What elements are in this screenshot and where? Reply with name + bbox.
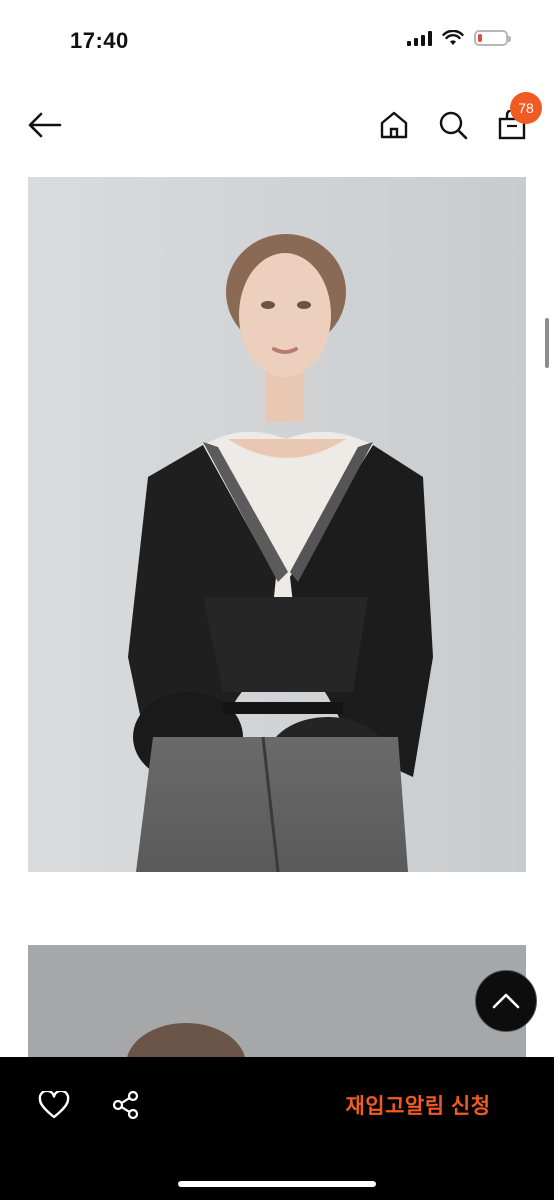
- status-bar: 17:40: [0, 0, 554, 84]
- bottom-action-bar: 재입고알림 신청: [0, 1057, 554, 1200]
- arrow-left-icon: [28, 112, 62, 138]
- model-photo: [28, 177, 526, 872]
- heart-icon: [38, 1091, 70, 1119]
- signal-icon: [407, 30, 432, 46]
- wifi-icon: [442, 30, 464, 45]
- battery-icon: [474, 30, 511, 46]
- status-icons: [407, 30, 511, 46]
- wishlist-button[interactable]: [36, 1087, 72, 1123]
- share-button[interactable]: [108, 1087, 144, 1123]
- home-button[interactable]: [374, 105, 414, 145]
- product-image-2: [28, 945, 526, 1065]
- model-photo: [28, 945, 526, 1065]
- home-indicator: [178, 1181, 376, 1187]
- scroll-to-top-button[interactable]: [475, 970, 537, 1032]
- cart-count-badge: 78: [510, 92, 542, 124]
- nav-bar: [0, 95, 554, 155]
- home-icon: [380, 111, 408, 139]
- scroll-indicator[interactable]: [545, 318, 549, 368]
- search-icon: [439, 111, 468, 140]
- search-button[interactable]: [433, 105, 473, 145]
- chevron-up-icon: [492, 993, 520, 1009]
- product-image-1: [28, 177, 526, 872]
- back-button[interactable]: [25, 105, 65, 145]
- restock-alert-button[interactable]: 재입고알림 신청: [320, 1085, 516, 1125]
- share-icon: [112, 1090, 139, 1120]
- status-time: 17:40: [70, 28, 129, 53]
